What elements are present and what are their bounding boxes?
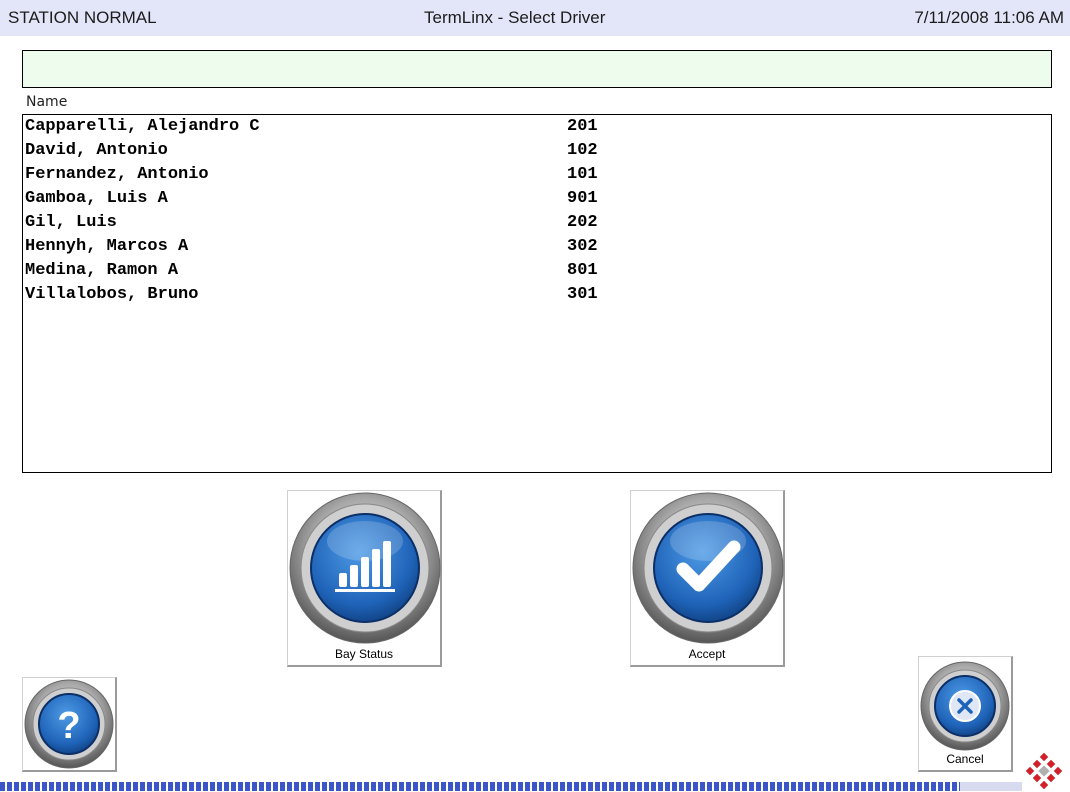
- driver-number: 202: [567, 213, 598, 232]
- list-item[interactable]: Hennyh, Marcos A 302: [23, 235, 1051, 259]
- driver-number: 302: [567, 237, 598, 256]
- cancel-label: Cancel: [946, 752, 984, 766]
- driver-name: Capparelli, Alejandro C: [25, 117, 260, 136]
- driver-name: Gil, Luis: [25, 213, 117, 232]
- driver-number: 901: [567, 189, 598, 208]
- driver-name: Medina, Ramon A: [25, 261, 179, 280]
- question-icon: ?: [24, 679, 114, 769]
- bay-status-label: Bay Status: [334, 647, 394, 661]
- driver-number: 801: [567, 261, 598, 280]
- driver-list[interactable]: Capparelli, Alejandro C 201 David, Anton…: [22, 114, 1052, 473]
- accept-label: Accept: [688, 647, 726, 661]
- list-item[interactable]: Fernandez, Antonio 101: [23, 163, 1051, 187]
- window-title: TermLinx - Select Driver: [424, 8, 606, 27]
- cancel-button[interactable]: Cancel: [918, 656, 1013, 772]
- list-item[interactable]: Gamboa, Luis A 901: [23, 187, 1051, 211]
- brand-logo: [1025, 752, 1063, 790]
- driver-number: 102: [567, 141, 598, 160]
- list-item[interactable]: Capparelli, Alejandro C 201: [23, 115, 1051, 139]
- list-item[interactable]: Villalobos, Bruno 301: [23, 283, 1051, 307]
- close-circle-icon: [920, 661, 1010, 751]
- checkmark-icon: [632, 492, 784, 644]
- driver-number: 301: [567, 285, 598, 304]
- driver-number: 101: [567, 165, 598, 184]
- driver-name: Villalobos, Bruno: [25, 285, 199, 304]
- bay-status-button[interactable]: Bay Status: [287, 490, 442, 667]
- name-column-header: Name: [26, 94, 68, 110]
- list-item[interactable]: David, Antonio 102: [23, 139, 1051, 163]
- driver-name: Hennyh, Marcos A: [25, 237, 189, 256]
- driver-name: Gamboa, Luis A: [25, 189, 168, 208]
- bar-chart-icon: [289, 492, 441, 644]
- accept-button[interactable]: Accept: [630, 490, 785, 667]
- list-item[interactable]: Gil, Luis 202: [23, 211, 1051, 235]
- datetime: 7/11/2008 11:06 AM: [914, 8, 1064, 27]
- progress-strip-end: [960, 782, 1022, 791]
- driver-name: David, Antonio: [25, 141, 168, 160]
- help-button[interactable]: ?: [22, 677, 117, 772]
- title-bar: STATION NORMAL TermLinx - Select Driver …: [0, 0, 1070, 36]
- driver-number: 201: [567, 117, 598, 136]
- station-status: STATION NORMAL: [8, 8, 157, 27]
- list-item[interactable]: Medina, Ramon A 801: [23, 259, 1051, 283]
- svg-text:?: ?: [57, 705, 80, 747]
- driver-name: Fernandez, Antonio: [25, 165, 209, 184]
- search-input[interactable]: [22, 50, 1052, 88]
- progress-strip: [0, 782, 960, 791]
